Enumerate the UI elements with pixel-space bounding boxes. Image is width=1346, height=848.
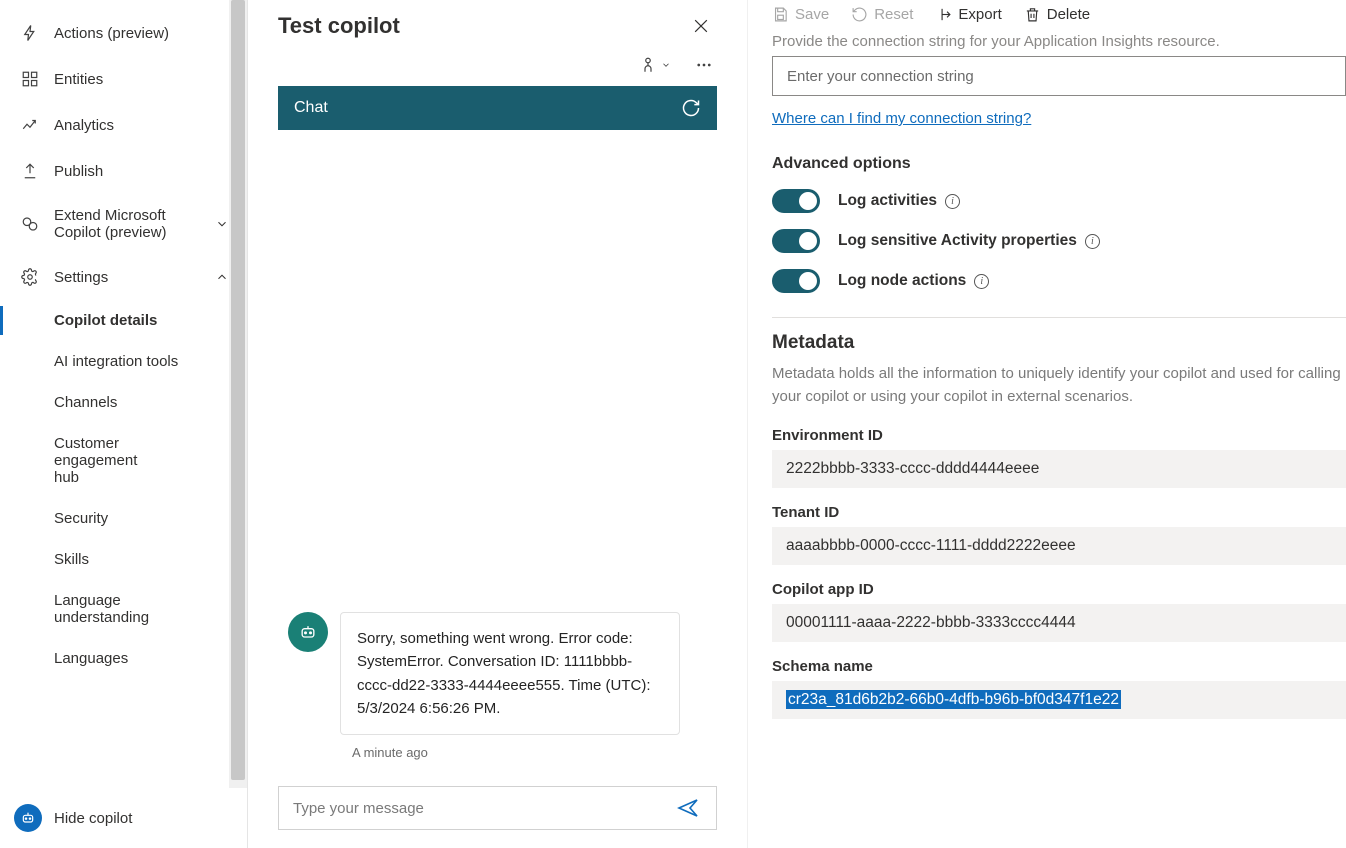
field-label-app-id: Copilot app ID <box>772 581 1346 598</box>
sidebar-item-entities[interactable]: Entities <box>0 56 247 102</box>
divider <box>772 317 1346 318</box>
field-label-tenant-id: Tenant ID <box>772 504 1346 521</box>
export-icon <box>935 6 952 23</box>
toggle-log-node-actions[interactable] <box>772 269 820 293</box>
details-pane: Save Reset Export Delete Provide the con… <box>748 0 1346 848</box>
sidebar-sub-skills[interactable]: Skills <box>0 539 247 580</box>
chat-tab-bar: Chat <box>278 86 717 130</box>
field-value-schema-name[interactable]: cr23a_81d6b2b2-66b0-4dfb-b96b-bf0d347f1e… <box>772 681 1346 719</box>
close-button[interactable] <box>685 10 717 42</box>
reset-icon <box>851 6 868 23</box>
delete-icon <box>1024 6 1041 23</box>
sidebar-item-settings[interactable]: Settings <box>0 254 247 300</box>
sidebar-sub-security[interactable]: Security <box>0 498 247 539</box>
test-copilot-title: Test copilot <box>278 13 400 39</box>
sidebar-sub-language[interactable]: Language understanding <box>0 580 170 638</box>
field-label-schema-name: Schema name <box>772 658 1346 675</box>
save-button[interactable]: Save <box>772 6 829 23</box>
sidebar-item-extend[interactable]: Extend Microsoft Copilot (preview) <box>0 194 247 254</box>
bot-icon <box>14 804 42 832</box>
sidebar: Actions (preview) Entities Analytics Pub… <box>0 0 248 848</box>
sidebar-item-label: Extend Microsoft Copilot (preview) <box>54 207 184 241</box>
sidebar-item-label: Entities <box>54 71 103 88</box>
hide-copilot-button[interactable]: Hide copilot <box>0 796 247 840</box>
field-value-app-id[interactable]: 00001111-aaaa-2222-bbbb-3333cccc4444 <box>772 604 1346 642</box>
sidebar-item-label: Publish <box>54 163 103 180</box>
test-copilot-pane: Test copilot Chat Sorry, something went … <box>248 0 748 848</box>
field-value-tenant-id[interactable]: aaaabbbb-0000-cccc-1111-dddd2222eeee <box>772 527 1346 565</box>
delete-button[interactable]: Delete <box>1024 6 1090 23</box>
sidebar-item-label: Settings <box>54 269 108 286</box>
sidebar-item-publish[interactable]: Publish <box>0 148 247 194</box>
info-icon[interactable]: i <box>1085 234 1100 249</box>
refresh-button[interactable] <box>681 98 701 118</box>
sidebar-sub-copilot-details[interactable]: Copilot details <box>0 300 247 341</box>
chat-message-text: Sorry, something went wrong. Error code:… <box>340 612 680 735</box>
chat-body: Sorry, something went wrong. Error code:… <box>278 130 717 776</box>
track-topics-button[interactable] <box>635 52 675 78</box>
sidebar-sub-languages[interactable]: Languages <box>0 638 247 679</box>
entities-icon <box>20 69 40 89</box>
chat-message: Sorry, something went wrong. Error code:… <box>288 612 707 735</box>
toggle-log-activities[interactable] <box>772 189 820 213</box>
gear-icon <box>20 267 40 287</box>
field-label-env-id: Environment ID <box>772 427 1346 444</box>
chat-input[interactable] <box>291 799 672 818</box>
chevron-down-icon <box>215 217 229 231</box>
field-value-env-id[interactable]: 2222bbbb-3333-cccc-dddd4444eeee <box>772 450 1346 488</box>
chat-message-time: A minute ago <box>352 745 707 760</box>
export-button[interactable]: Export <box>935 6 1001 23</box>
advanced-options-heading: Advanced options <box>772 155 1346 173</box>
sidebar-scrollbar[interactable] <box>229 0 247 788</box>
more-menu-button[interactable] <box>691 52 717 78</box>
metadata-heading: Metadata <box>772 332 1346 354</box>
chevron-up-icon <box>215 270 229 284</box>
sidebar-sub-engagement[interactable]: Customer engagement hub <box>0 423 170 498</box>
analytics-icon <box>20 115 40 135</box>
sidebar-item-analytics[interactable]: Analytics <box>0 102 247 148</box>
info-icon[interactable]: i <box>945 194 960 209</box>
more-horizontal-icon <box>695 56 713 74</box>
toggle-log-sensitive[interactable] <box>772 229 820 253</box>
scrollbar-thumb[interactable] <box>231 0 245 780</box>
connection-string-input[interactable] <box>772 56 1346 96</box>
chat-tab[interactable]: Chat <box>294 99 328 117</box>
bot-avatar-icon <box>288 612 328 652</box>
send-button[interactable] <box>672 792 704 824</box>
toggle-label: Log activities <box>838 192 937 210</box>
sidebar-item-label: Analytics <box>54 117 114 134</box>
copilot-icon <box>20 214 40 234</box>
toggle-label: Log node actions <box>838 272 966 290</box>
publish-icon <box>20 161 40 181</box>
sidebar-item-actions[interactable]: Actions (preview) <box>0 10 247 56</box>
sidebar-sub-ai-tools[interactable]: AI integration tools <box>0 341 247 382</box>
chat-input-container <box>278 786 717 830</box>
metadata-description: Metadata holds all the information to un… <box>772 362 1346 409</box>
reset-button[interactable]: Reset <box>851 6 913 23</box>
sidebar-item-label: Actions (preview) <box>54 25 169 42</box>
connection-string-description: Provide the connection string for your A… <box>772 33 1346 50</box>
save-icon <box>772 6 789 23</box>
info-icon[interactable]: i <box>974 274 989 289</box>
chevron-down-icon <box>661 60 671 70</box>
lightning-icon <box>20 23 40 43</box>
toggle-label: Log sensitive Activity properties <box>838 232 1077 250</box>
hide-copilot-label: Hide copilot <box>54 810 132 827</box>
connection-string-help-link[interactable]: Where can I find my connection string? <box>772 110 1031 127</box>
sidebar-sub-channels[interactable]: Channels <box>0 382 247 423</box>
